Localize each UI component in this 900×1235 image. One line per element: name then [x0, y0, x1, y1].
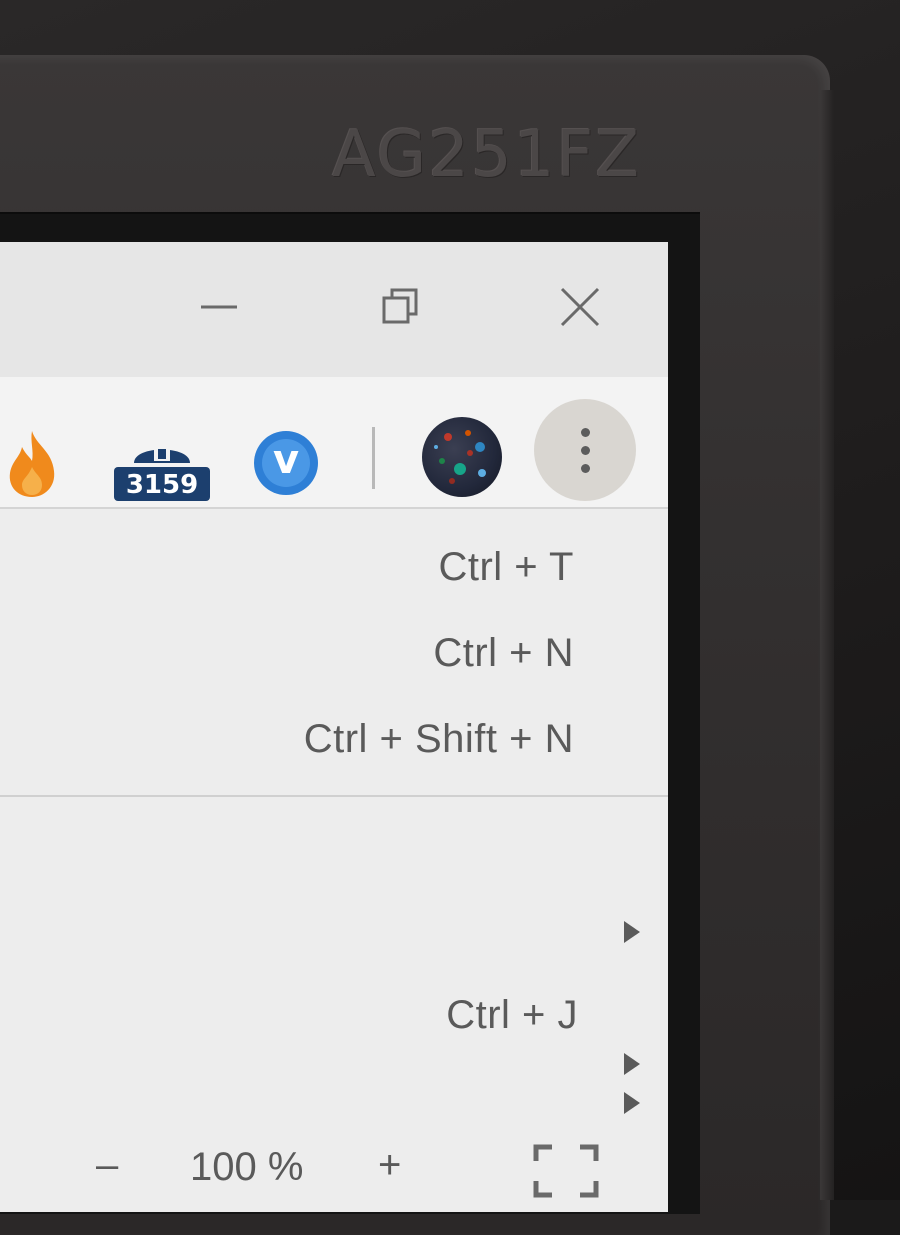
fire-icon: [9, 431, 55, 497]
browser-toolbar: 3159 v: [0, 377, 668, 509]
zoom-level: 100 %: [190, 1145, 304, 1189]
shortcut-new-tab: Ctrl + T: [438, 545, 574, 589]
monitor-bezel-edge: [820, 90, 834, 1200]
minimize-icon: [201, 305, 237, 309]
shortcut-downloads: Ctrl + J: [446, 993, 578, 1037]
more-vert-icon: [580, 427, 590, 473]
history-arrow-icon: [624, 921, 640, 943]
browser-menu-button[interactable]: [534, 399, 636, 501]
v-extension-button[interactable]: v: [252, 429, 320, 497]
menu-item-downloads[interactable]: Ctrl + J: [0, 975, 668, 1061]
shortcut-new-window: Ctrl + N: [433, 631, 574, 675]
minimize-button[interactable]: [184, 272, 254, 342]
avatar-icon: [434, 430, 486, 484]
monitor-model-label: AG251FZ: [332, 118, 642, 192]
close-button[interactable]: [545, 272, 615, 342]
menu-item-new-incognito-window[interactable]: Ctrl + Shift + N: [0, 699, 668, 785]
zoom-in-button[interactable]: +: [378, 1143, 401, 1188]
browser-menu-dropdown: Ctrl + T Ctrl + N Ctrl + Shift + N Ctrl …: [0, 509, 668, 1212]
fullscreen-icon[interactable]: [532, 1143, 600, 1199]
menu-item-history-row[interactable]: [0, 889, 668, 975]
restore-icon: [382, 288, 418, 324]
counter-extension-button[interactable]: 3159: [108, 429, 216, 509]
profile-avatar-button[interactable]: [422, 417, 502, 497]
zoom-row: – 100 % +: [0, 1125, 668, 1212]
menu-item-new-tab[interactable]: Ctrl + T: [0, 527, 668, 613]
menu-item-new-window[interactable]: Ctrl + N: [0, 613, 668, 699]
screen: 3159 v Ctrl + T Ctrl + N Ctrl + Shift + …: [0, 242, 668, 1212]
close-icon: [560, 287, 600, 327]
bookmarks-arrow-icon: [624, 1053, 640, 1075]
counter-badge-text: 3159: [125, 470, 199, 500]
restore-button[interactable]: [366, 272, 436, 342]
fire-extension-button[interactable]: [2, 427, 64, 499]
shortcut-new-incognito: Ctrl + Shift + N: [303, 717, 574, 761]
menu-divider: [0, 795, 668, 797]
v-extension-letter: v: [272, 437, 300, 483]
zoom-out-button[interactable]: –: [96, 1143, 118, 1188]
window-title-bar: [0, 242, 668, 377]
toolbar-separator: [372, 427, 375, 489]
